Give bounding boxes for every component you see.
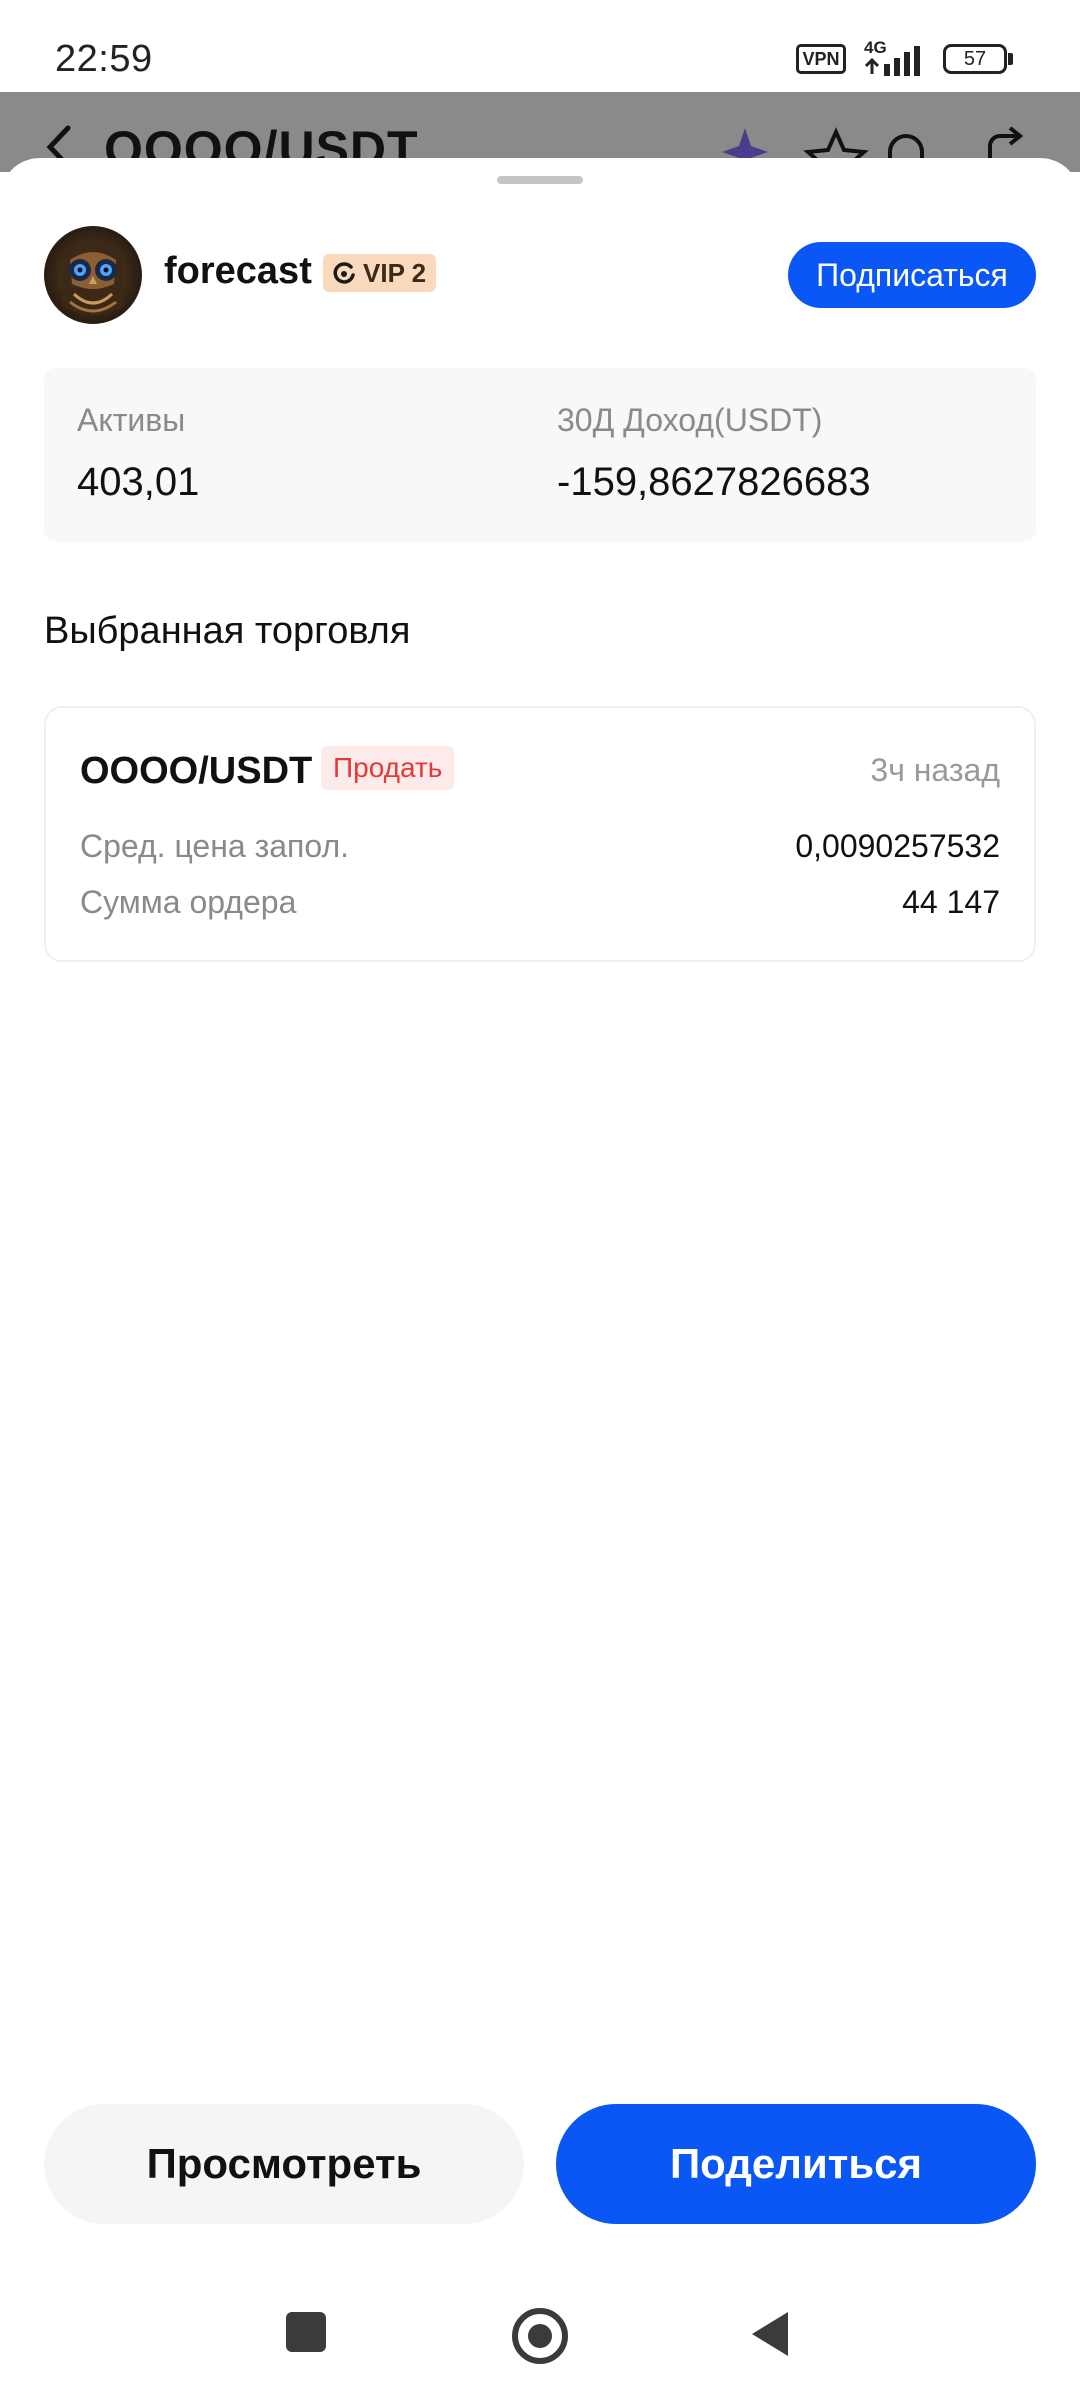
avg-price-value: 0,0090257532 — [795, 828, 1000, 864]
avatar[interactable] — [44, 226, 142, 324]
bottom-sheet: forecast VIP 2 Подписаться Активы 403,01… — [0, 158, 1080, 2400]
income-label: 30Д Доход(USDT) — [557, 402, 823, 438]
navigation-bar — [0, 2270, 1080, 2400]
assets-label: Активы — [77, 402, 186, 438]
nav-back-icon[interactable] — [750, 2310, 790, 2358]
status-time: 22:59 — [55, 38, 153, 80]
vip-label: VIP 2 — [363, 257, 427, 288]
subscribe-button[interactable]: Подписаться — [788, 242, 1036, 308]
signal-icon — [864, 46, 920, 76]
share-button[interactable]: Поделиться — [556, 2104, 1036, 2224]
trade-time: 3ч назад — [870, 752, 1000, 788]
assets-value: 403,01 — [77, 460, 200, 504]
home-icon[interactable] — [512, 2308, 568, 2364]
view-button[interactable]: Просмотреть — [44, 2104, 524, 2224]
trade-card[interactable]: OOOO/USDT Продать 3ч назад Сред. цена за… — [44, 706, 1036, 962]
section-title: Выбранная торговля — [44, 610, 411, 652]
user-name[interactable]: forecast — [164, 250, 312, 293]
status-bar: 22:59 VPN 4G 57 — [0, 0, 1080, 92]
recent-apps-icon[interactable] — [286, 2312, 326, 2352]
order-amount-label: Сумма ордера — [80, 884, 297, 920]
income-value: -159,8627826683 — [557, 460, 871, 504]
trade-side-badge: Продать — [321, 746, 455, 790]
stats-panel: Активы 403,01 30Д Доход(USDT) -159,86278… — [44, 368, 1036, 542]
battery-icon: 57 — [943, 44, 1013, 74]
trade-pair: OOOO/USDT — [80, 750, 313, 792]
order-amount-value: 44 147 — [902, 884, 1000, 920]
battery-level: 57 — [943, 44, 1007, 74]
avg-price-label: Сред. цена запол. — [80, 828, 350, 864]
vpn-badge: VPN — [796, 44, 846, 74]
sheet-grabber[interactable] — [497, 176, 583, 184]
vip-badge: VIP 2 — [323, 254, 437, 292]
owl-avatar-image — [44, 226, 142, 324]
vip-icon — [333, 262, 355, 284]
